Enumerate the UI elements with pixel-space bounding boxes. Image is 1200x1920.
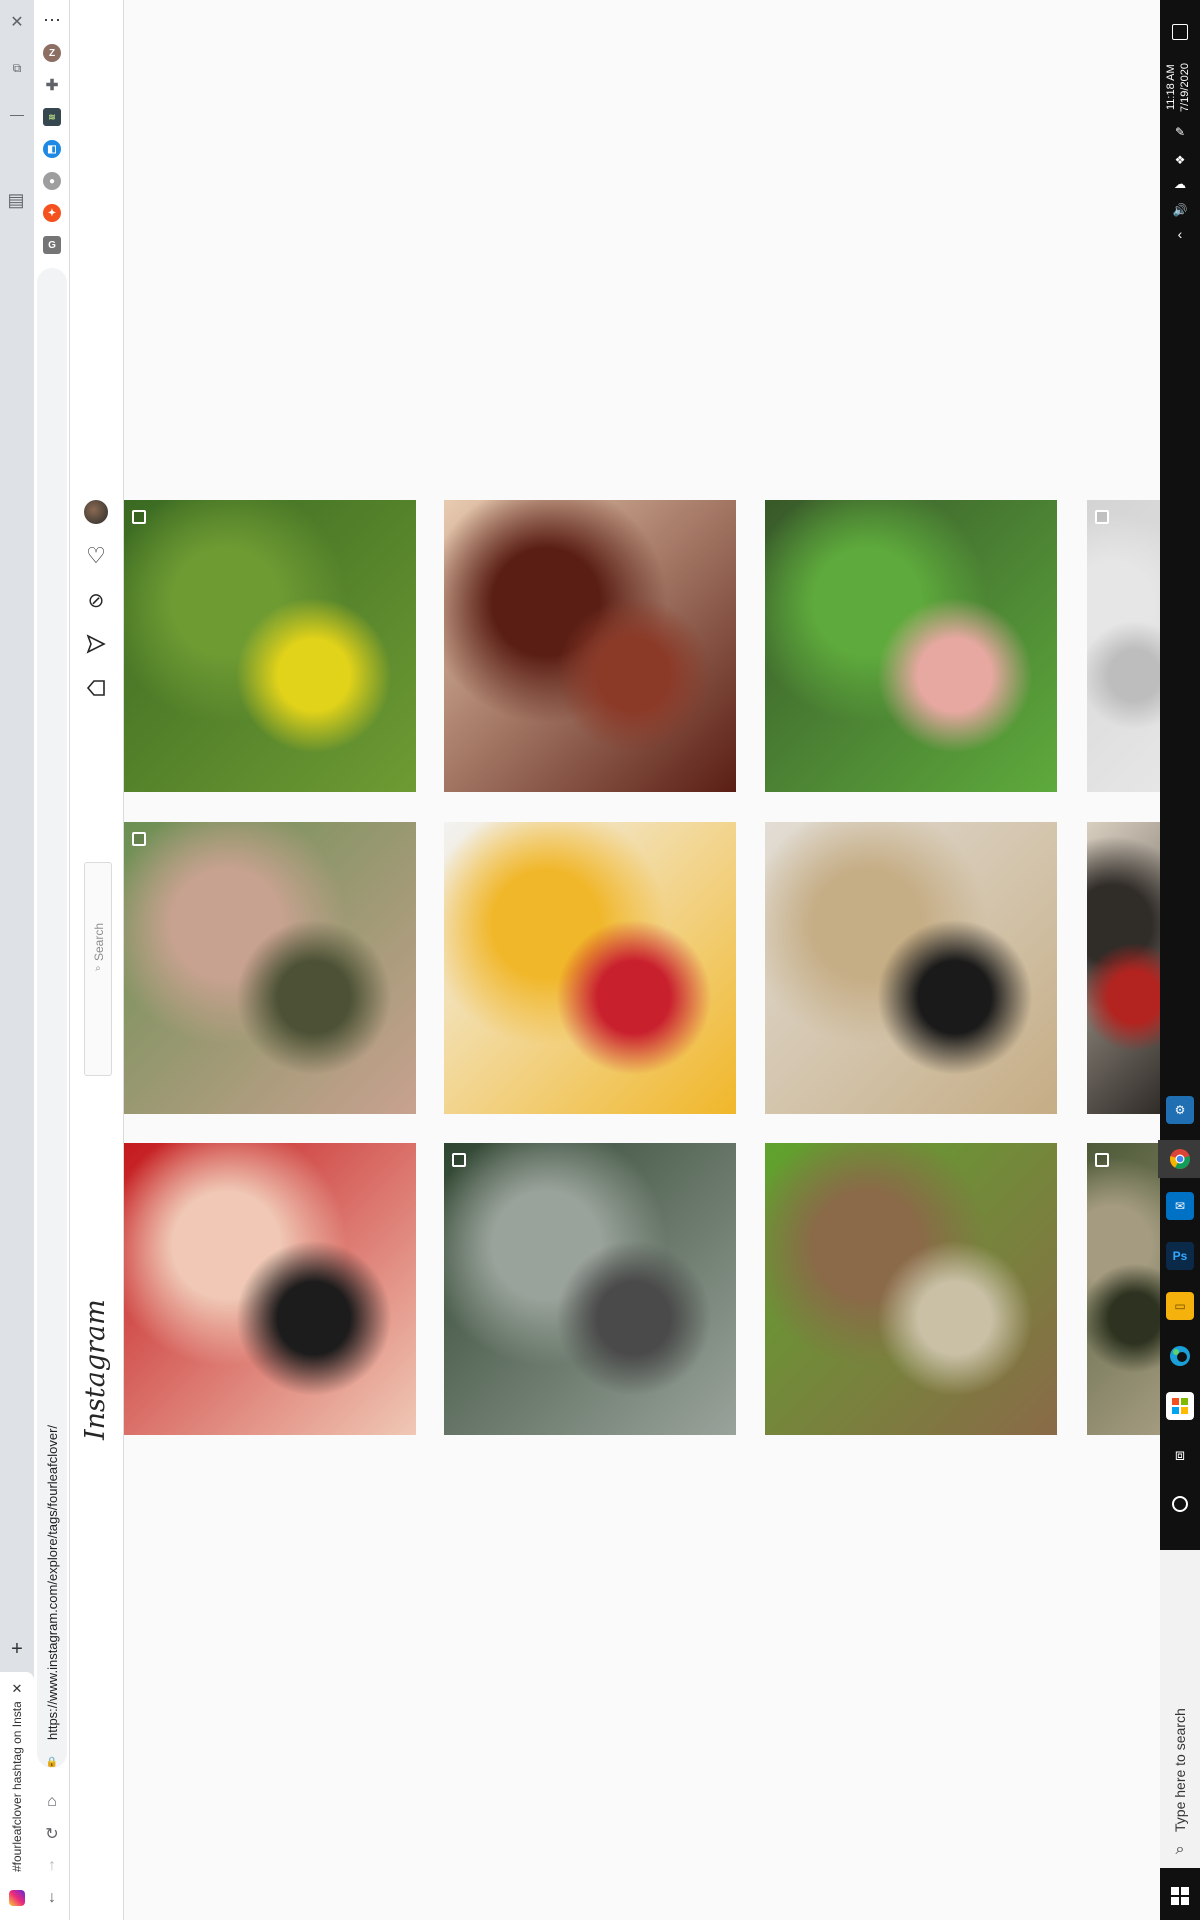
home-icon[interactable]: ⌂ (38, 1790, 66, 1814)
extension-blue-icon[interactable]: ◧ (43, 140, 61, 158)
dropbox-icon[interactable]: ❖ (1166, 150, 1194, 170)
tab-active[interactable]: ✕ #fourleafclover hashtag on Insta... (0, 1672, 34, 1920)
instagram-logo[interactable]: Instagram (80, 1299, 111, 1440)
photo-tile-brown-haircut[interactable] (444, 500, 736, 792)
extension-grey-circle-icon[interactable]: ● (43, 172, 61, 190)
back-icon[interactable]: ↓ (38, 1886, 66, 1910)
explore-content (124, 0, 1160, 1920)
extension-orange-icon[interactable]: ✦ (43, 204, 61, 222)
multiple-posts-icon (132, 510, 146, 524)
multiple-posts-icon (1095, 1153, 1109, 1167)
profile-avatar-nav[interactable] (84, 500, 108, 524)
taskbar-photoshop-icon[interactable]: Ps (1166, 1242, 1194, 1270)
extensions-puzzle-icon[interactable]: ✚ (43, 76, 61, 94)
forward-icon[interactable]: ↑ (38, 1854, 66, 1878)
close-window-icon[interactable]: ✕ (4, 12, 30, 32)
minimize-window-icon[interactable]: — (4, 104, 30, 124)
multiple-posts-icon (452, 1153, 466, 1167)
taskbar-settings-gear-icon[interactable]: ⚙ (1166, 1096, 1194, 1124)
extension-g-icon[interactable]: G (43, 236, 61, 254)
address-url[interactable]: https://www.instagram.com/explore/tags/f… (45, 1425, 60, 1740)
reload-icon[interactable]: ↻ (38, 1822, 66, 1846)
photo-tile-boy-with-mask-clover[interactable] (124, 822, 416, 1114)
taskbar-chrome-icon[interactable] (1166, 1145, 1194, 1173)
photo-tile-partial-sign-number[interactable] (1087, 822, 1160, 1114)
photo-tile-daisy-bouquet[interactable] (444, 822, 736, 1114)
restore-window-icon[interactable]: ⧉ (4, 58, 30, 78)
notification-center-icon[interactable] (1172, 24, 1188, 40)
tab-close-icon[interactable]: ✕ (6, 1678, 28, 1700)
home-nav-icon[interactable] (82, 674, 110, 702)
taskbar-search-icon: ⌕ (1175, 1841, 1185, 1858)
direct-send-icon[interactable] (82, 630, 110, 658)
photo-tile-buttercup-meadow[interactable] (124, 500, 416, 792)
taskbar-edge-icon[interactable] (1166, 1342, 1194, 1370)
photo-tile-pampas-grass-vase[interactable] (765, 822, 1057, 1114)
cortana-circle-icon[interactable] (1166, 1490, 1194, 1518)
multiple-posts-icon (1095, 510, 1109, 524)
photo-tile-hands-with-clover-plaid[interactable] (124, 1143, 416, 1435)
address-bar[interactable]: https://www.instagram.com/explore/tags/f… (37, 268, 67, 1768)
taskbar-file-explorer-icon[interactable]: ▭ (1166, 1292, 1194, 1320)
task-view-icon[interactable]: ⧈ (1166, 1442, 1194, 1470)
activity-heart-icon[interactable]: ♡ (82, 542, 110, 570)
taskbar-search-placeholder: Type here to search (1172, 1708, 1188, 1832)
photo-tile-partial-forest-ground[interactable] (1087, 1143, 1160, 1435)
photo-tile-four-leaf-clover-hand[interactable] (765, 500, 1057, 792)
photo-tile-clover-coins-collage[interactable] (765, 1143, 1057, 1435)
menu-more-icon[interactable]: ⋯ (38, 8, 66, 32)
new-tab-button[interactable]: + (4, 1638, 30, 1660)
explore-compass-icon[interactable]: ⊘ (82, 586, 110, 614)
extension-chart-icon[interactable]: ≋ (43, 108, 61, 126)
search-input[interactable]: Search ⌕ (84, 862, 112, 1076)
lock-icon[interactable]: 🔒 (42, 1754, 62, 1770)
search-placeholder: Search (92, 922, 106, 961)
show-hidden-icons-chevron-icon[interactable]: ‹ (1166, 224, 1194, 244)
taskbar-outlook-icon[interactable]: ✉ (1166, 1192, 1194, 1220)
taskbar-time[interactable]: 11:18 AM (1165, 64, 1177, 110)
instagram-favicon-icon (9, 1890, 25, 1906)
taskbar-date[interactable]: 7/19/2020 (1179, 63, 1191, 112)
photo-tile-cabin-camper-forest[interactable] (444, 1143, 736, 1435)
windows-start-button[interactable] (1160, 1872, 1200, 1920)
tab-actions-icon[interactable]: ▤ (2, 186, 30, 214)
taskbar-store-icon[interactable] (1166, 1392, 1194, 1420)
volume-icon[interactable]: 🔊 (1166, 200, 1194, 220)
multiple-posts-icon (132, 832, 146, 846)
browser-tab-strip: ✕ ⧉ — ▤ + ✕ #fourleafclover hashtag on I… (0, 0, 34, 1920)
photo-tile-partial-grey[interactable] (1087, 500, 1160, 792)
pen-icon[interactable]: ✎ (1166, 122, 1194, 142)
taskbar-search-box[interactable]: Type here to search ⌕ (1160, 1550, 1200, 1868)
windows-logo-icon (1171, 1887, 1189, 1905)
onedrive-cloud-icon[interactable]: ☁ (1166, 174, 1194, 194)
tab-title: #fourleafclover hashtag on Insta... (10, 1702, 24, 1872)
profile-avatar[interactable]: Z (43, 44, 61, 62)
browser-toolbar: ⋯ Z ✚ ≋ ◧ ● ✦ G https://www.instagram.co… (34, 0, 70, 1920)
instagram-nav-bar: ♡ ⊘ Search ⌕ Instagram (70, 0, 124, 1920)
cortana-ring (1172, 1496, 1188, 1512)
search-icon: ⌕ (95, 962, 101, 974)
